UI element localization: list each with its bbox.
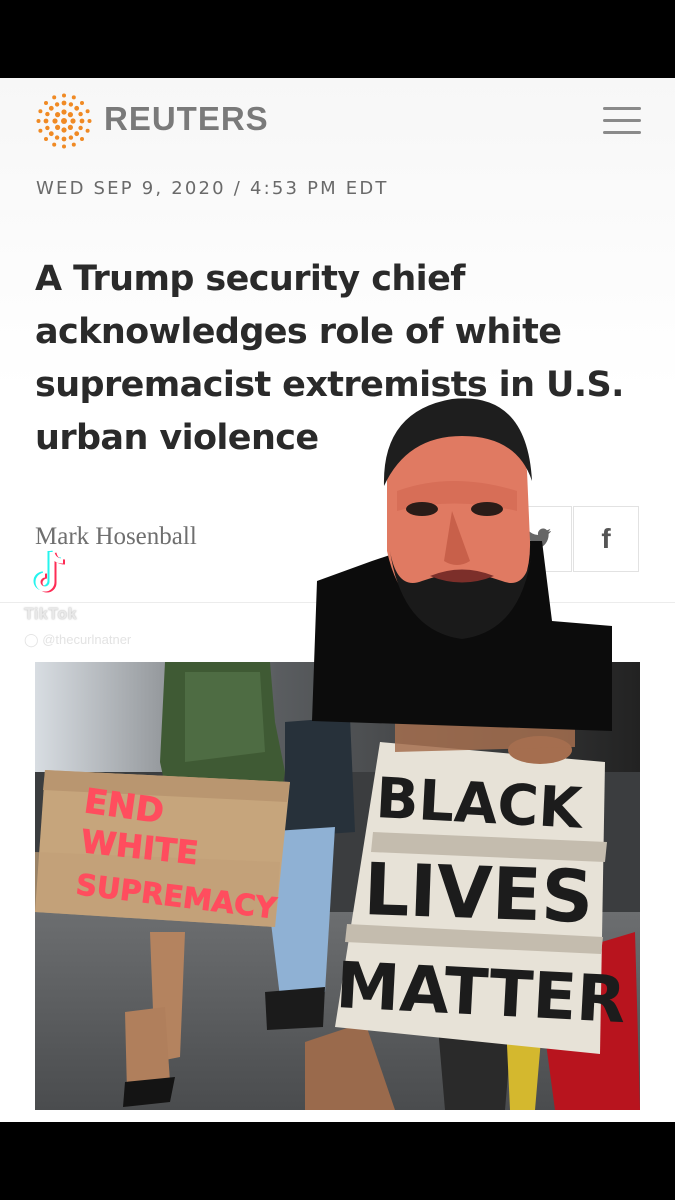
tiktok-brand-text: TikTok <box>24 606 78 623</box>
sign-right-line-3: MATTER <box>334 949 628 1038</box>
sign-right-line-1: BLACK <box>374 766 586 842</box>
site-header: REUTERS <box>0 78 675 168</box>
tiktok-logo-icon <box>33 550 66 593</box>
black-lives-matter-sign: BLACK LIVES MATTER <box>334 742 628 1054</box>
article-author[interactable]: Mark Hosenball <box>35 523 197 551</box>
reuters-logo-text[interactable]: REUTERS <box>104 100 269 138</box>
article-dateline: WED SEP 9, 2020 / 4:53 PM EDT <box>36 178 389 199</box>
end-white-supremacy-sign: END WHITE SUPREMACY <box>35 770 290 927</box>
reuters-logo-icon[interactable] <box>36 93 92 149</box>
user-icon: ◯ <box>24 632 39 647</box>
tiktok-handle: ◯ @thecurlnatner <box>24 632 132 647</box>
hamburger-menu-icon[interactable] <box>603 107 641 137</box>
person-cutout-illustration <box>312 398 612 731</box>
sign-right-line-2: LIVES <box>362 847 594 939</box>
article-screen: REUTERS WED SEP 9, 2020 / 4:53 PM EDT A … <box>0 78 675 1122</box>
video-overlay-person <box>312 391 612 731</box>
